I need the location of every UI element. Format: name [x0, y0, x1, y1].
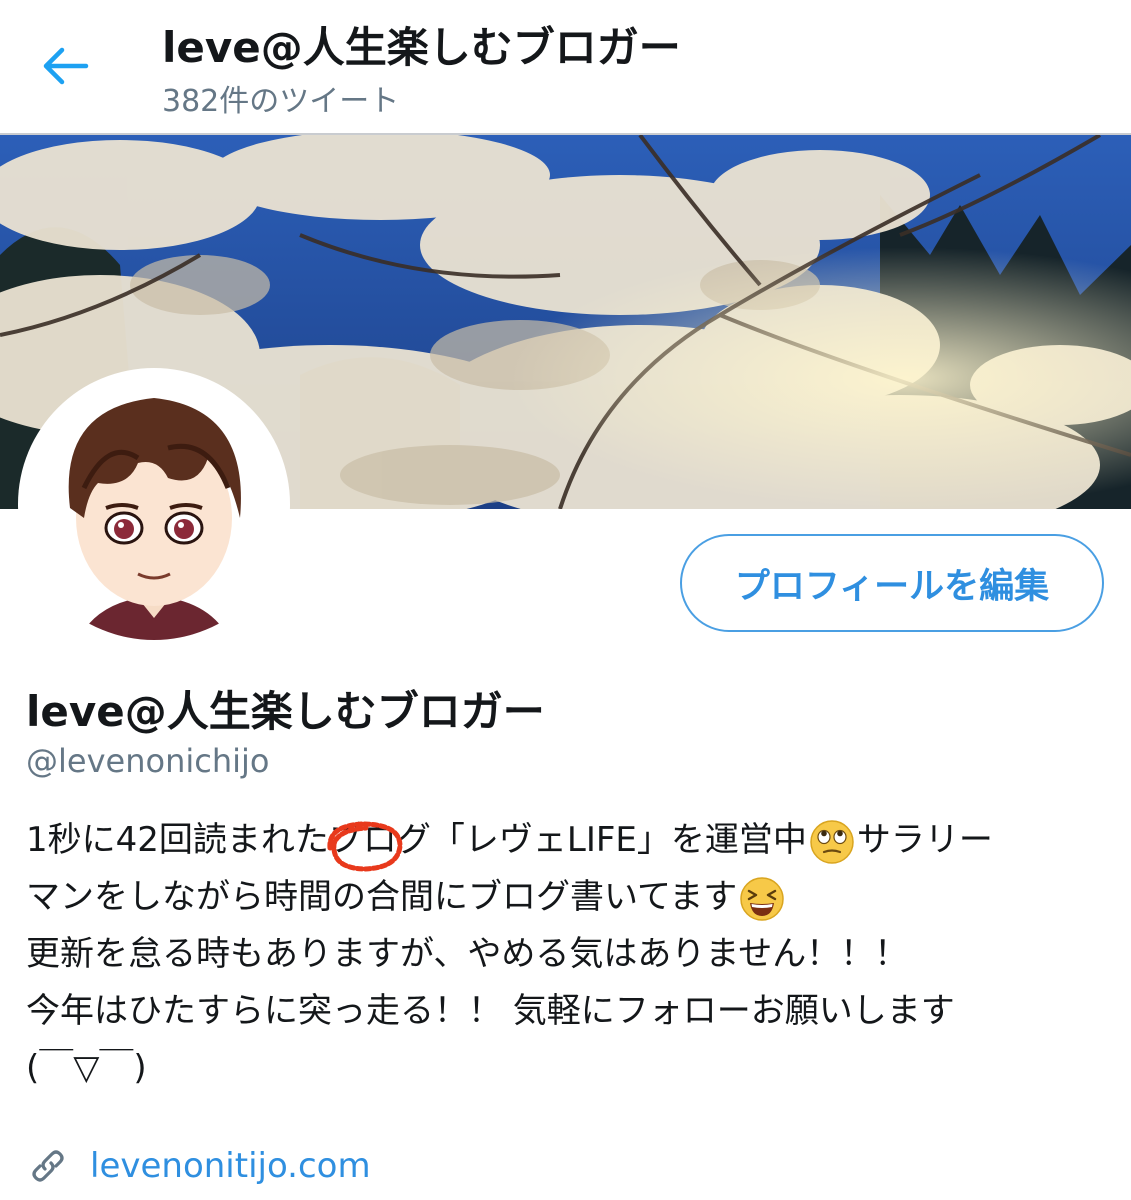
grinning-squinting-emoji-icon: [739, 876, 785, 922]
bio-line-1: 1秒に42回読まれたブログ「レヴェLIFE」を運営中 サラリー: [26, 812, 1116, 872]
bio-line-1-text: 1秒に42回読まれたブログ「レヴェLIFE」を運営中: [26, 820, 807, 860]
edit-profile-button[interactable]: プロフィールを編集: [680, 534, 1104, 632]
profile-handle: @levenonichijo: [26, 742, 270, 780]
anime-character-avatar: [22, 372, 286, 640]
bio-line-4: 今年はひたすらに突っ走る！！ 気軽にフォローお願いします: [26, 991, 955, 1031]
link-icon: [32, 1150, 64, 1182]
profile-bio: 1秒に42回読まれたブログ「レヴェLIFE」を運営中 サラリー マンをしながら時間…: [26, 812, 1116, 1097]
bio-line-3: 更新を怠る時もありますが、やめる気はありません！！！: [26, 934, 909, 974]
bio-line-1-tail: サラリー: [856, 820, 993, 860]
website-link[interactable]: levenonitijo.com: [90, 1146, 371, 1186]
header-title: leve@人生楽しむブロガー: [162, 23, 681, 72]
arrow-left-icon: [43, 47, 89, 85]
profile-website-row: levenonitijo.com: [26, 1144, 371, 1188]
profile-page: leve@人生楽しむブロガー 382件のツイート プロフィールを編集 leve@…: [0, 0, 1131, 1200]
top-navigation-bar: leve@人生楽しむブロガー 382件のツイート: [0, 0, 1131, 135]
bio-line-2: マンをしながら時間の合間にブログ書いてます: [26, 869, 1116, 926]
back-button[interactable]: [40, 44, 92, 88]
bio-line-5: (￣▽￣): [26, 1048, 147, 1088]
avatar[interactable]: [18, 368, 290, 640]
rolling-eyes-emoji-icon: [809, 819, 855, 865]
profile-display-name: leve@人生楽しむブロガー: [26, 687, 545, 736]
tweet-count: 382件のツイート: [162, 84, 400, 119]
bio-line-2-text: マンをしながら時間の合間にブログ書いてます: [26, 877, 738, 917]
